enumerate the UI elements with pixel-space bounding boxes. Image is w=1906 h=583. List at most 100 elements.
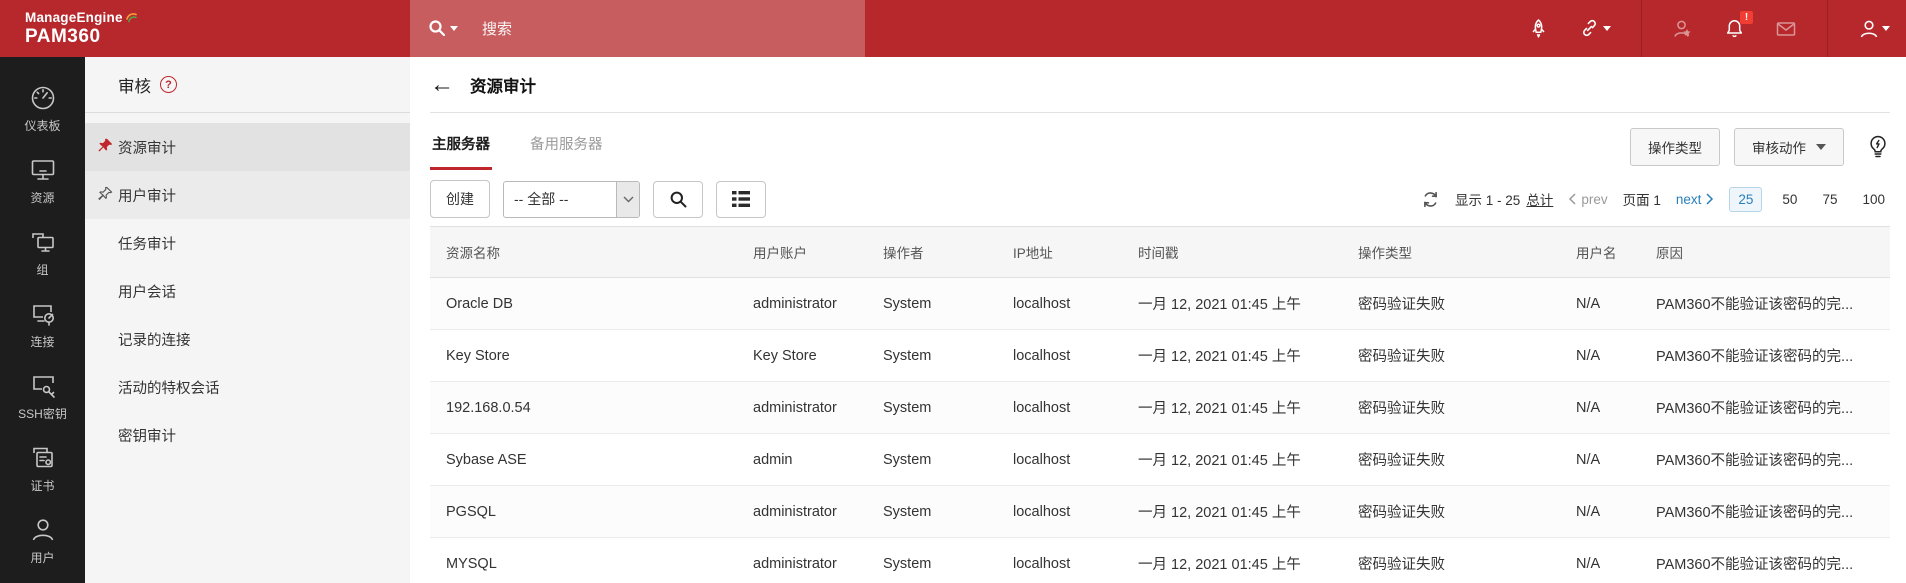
filter-select-value: -- 全部 -- [514,191,569,207]
cell-username: N/A [1566,329,1646,382]
prev-page-button[interactable]: prev [1568,192,1608,207]
quick-links-icon[interactable] [1579,18,1611,39]
cell-user-account: admin [743,433,873,486]
menu-item-recorded-connections[interactable]: 记录的连接 [85,315,410,363]
column-chooser-button[interactable] [716,180,766,218]
toolbar-row: 创建 -- 全部 -- 显示 1 - 25 总计 prev 页面 1 next … [430,180,1890,218]
filter-select[interactable]: -- 全部 -- [503,180,640,218]
cell-reason: PAM360不能验证该密码的完... [1646,537,1890,583]
col-operator[interactable]: 操作者 [873,226,1003,278]
nav-resources[interactable]: 资源 [0,145,85,217]
table-row[interactable]: Sybase ASE admin System localhost 一月 12,… [430,433,1890,486]
mail-icon[interactable] [1775,18,1797,40]
nav-ssh-keys[interactable]: SSH密钥 [0,361,85,433]
cell-timestamp: 一月 12, 2021 01:45 上午 [1128,329,1348,382]
col-reason[interactable]: 原因 [1646,226,1890,278]
brand-swoosh-icon [125,12,137,22]
menu-item-resource-audit[interactable]: 资源审计 [85,123,410,171]
nav-certificates[interactable]: 证书 [0,433,85,505]
audit-menu-panel: 审核 ? 资源审计 用户审计 任务审计 用户会话 记录的连接 活动的特权会话 密… [85,57,410,583]
table-row[interactable]: MYSQL administrator System localhost 一月 … [430,537,1890,583]
search-icon [429,20,446,37]
help-icon[interactable]: ? [160,76,177,93]
col-operation-type[interactable]: 操作类型 [1348,226,1566,278]
menu-item-label: 任务审计 [118,236,176,253]
col-resource-name[interactable]: 资源名称 [430,226,743,278]
global-search[interactable]: 搜索 [410,0,865,57]
quick-links-caret-icon [1603,26,1611,31]
nav-label: 用户 [30,551,55,565]
tips-bulb-icon[interactable] [1866,134,1890,160]
tab-secondary-server[interactable]: 备用服务器 [528,123,605,170]
nav-users[interactable]: 用户 [0,505,85,577]
brand-logo[interactable]: ManageEngine PAM360 [0,0,410,57]
cell-operator: System [873,329,1003,382]
nav-label: SSH密钥 [18,407,67,421]
cell-timestamp: 一月 12, 2021 01:45 上午 [1128,277,1348,330]
cell-resource-name: Sybase ASE [430,433,743,486]
nav-dashboard[interactable]: 仪表板 [0,73,85,145]
cell-ip-address: localhost [1003,433,1128,486]
col-username[interactable]: 用户名 [1566,226,1646,278]
cell-timestamp: 一月 12, 2021 01:45 上午 [1128,433,1348,486]
search-scope-caret-icon [450,26,458,31]
table-row[interactable]: PGSQL administrator System localhost 一月 … [430,485,1890,538]
menu-item-user-sessions[interactable]: 用户会话 [85,267,410,315]
pin-icon[interactable] [97,137,114,154]
menu-item-active-privileged-sessions[interactable]: 活动的特权会话 [85,363,410,411]
cell-operator: System [873,485,1003,538]
chevron-left-icon [1569,193,1576,205]
cell-user-account: administrator [743,485,873,538]
search-scope-dropdown[interactable] [428,19,458,38]
table-row[interactable]: Oracle DB administrator System localhost… [430,277,1890,330]
page-size-50[interactable]: 50 [1777,188,1802,211]
menu-item-label: 资源审计 [118,140,176,157]
profile-caret-icon [1882,26,1890,31]
cell-operator: System [873,537,1003,583]
total-link[interactable]: 总计 [1526,189,1553,209]
cell-operation-type: 密码验证失败 [1348,537,1566,583]
pam360-app: ManageEngine PAM360 搜索 ! 仪表板 资源 组 连接 SSH… [0,0,1906,583]
whats-new-rocket-icon[interactable] [1528,18,1549,39]
create-button[interactable]: 创建 [430,180,490,218]
operation-type-button[interactable]: 操作类型 [1630,128,1720,166]
page-size-25[interactable]: 25 [1729,186,1763,212]
col-ip-address[interactable]: IP地址 [1003,226,1128,278]
menu-item-task-audit[interactable]: 任务审计 [85,219,410,267]
back-arrow-icon[interactable]: ← [430,72,454,97]
search-input[interactable]: 搜索 [482,18,512,39]
menu-item-label: 记录的连接 [118,332,191,349]
col-timestamp[interactable]: 时间戳 [1128,226,1348,278]
refresh-icon[interactable] [1421,190,1440,209]
dashboard-gauge-icon [31,86,54,110]
cell-operation-type: 密码验证失败 [1348,381,1566,434]
user-favorites-icon[interactable] [1672,18,1694,40]
col-user-account[interactable]: 用户账户 [743,226,873,278]
cell-operator: System [873,277,1003,330]
table-row[interactable]: Key Store Key Store System localhost 一月 … [430,329,1890,382]
tab-primary-server[interactable]: 主服务器 [430,123,492,170]
page-size-75[interactable]: 75 [1817,188,1842,211]
pin-outline-icon[interactable] [97,185,114,202]
cell-resource-name: Oracle DB [430,277,743,330]
menu-item-user-audit[interactable]: 用户审计 [85,171,410,219]
nav-groups[interactable]: 组 [0,217,85,289]
nav-connections[interactable]: 连接 [0,289,85,361]
cell-username: N/A [1566,537,1646,583]
cell-resource-name: 192.168.0.54 [430,381,743,434]
search-filter-button[interactable] [653,180,703,218]
audit-action-button[interactable]: 审核动作 [1734,128,1844,166]
menu-item-key-audit[interactable]: 密钥审计 [85,411,410,459]
profile-menu-icon[interactable] [1858,18,1890,40]
cell-reason: PAM360不能验证该密码的完... [1646,381,1890,434]
page-size-100[interactable]: 100 [1857,188,1890,211]
nav-label: 组 [36,263,49,277]
table-row[interactable]: 192.168.0.54 administrator System localh… [430,381,1890,434]
cell-ip-address: localhost [1003,277,1128,330]
notifications-bell-icon[interactable]: ! [1724,11,1753,39]
main-nav-rail: 仪表板 资源 组 连接 SSH密钥 证书 用户 [0,57,85,583]
nav-label: 资源 [30,191,55,205]
brand-name: ManageEngine [25,9,123,25]
certificates-icon [32,447,53,468]
next-page-button[interactable]: next [1676,192,1715,207]
